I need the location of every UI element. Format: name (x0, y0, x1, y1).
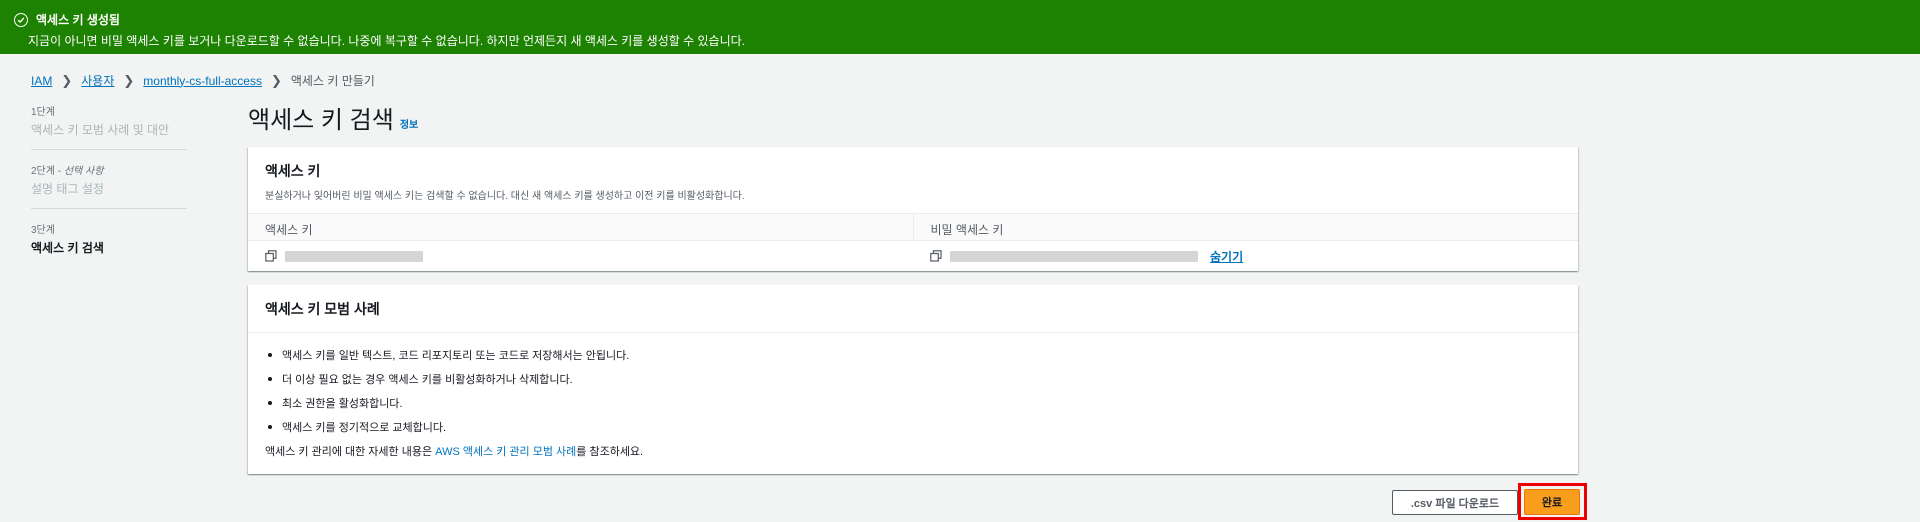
step-3: 3단계 액세스 키 검색 (31, 221, 187, 256)
secret-key-value-masked (950, 250, 1198, 262)
step-name: 액세스 키 검색 (31, 241, 104, 255)
key-table: 액세스 키 비밀 액세스 키 숨기기 (248, 213, 1578, 271)
success-flash-banner: 액세스 키 생성됨 지금이 아니면 비밀 액세스 키를 보거나 다운로드할 수 … (0, 0, 1920, 54)
breadcrumb-iam[interactable]: IAM (31, 74, 52, 88)
page-title: 액세스 키 검색 정보 (248, 107, 419, 134)
hide-secret-link[interactable]: 숨기기 (1210, 248, 1243, 265)
access-key-panel: 액세스 키 분실하거나 잊어버린 비밀 액세스 키는 검색할 수 없습니다. 대… (248, 147, 1578, 271)
list-item: 액세스 키를 정기적으로 교체합니다. (265, 419, 1561, 435)
access-key-value-masked (285, 250, 423, 262)
list-item: 액세스 키를 일반 텍스트, 코드 리포지토리 또는 코드로 저장해서는 안됩니… (265, 347, 1561, 363)
table-row: 숨기기 (248, 241, 1578, 271)
divider (31, 149, 187, 150)
chevron-right-icon: ❯ (61, 72, 73, 88)
column-header-secret-key: 비밀 액세스 키 (912, 214, 1579, 240)
chevron-right-icon: ❯ (123, 72, 135, 88)
step-number: 3단계 (31, 225, 55, 236)
download-csv-button[interactable]: .csv 파일 다운로드 (1392, 490, 1518, 515)
info-link[interactable]: 정보 (400, 116, 418, 131)
best-practices-panel: 액세스 키 모범 사례 액세스 키를 일반 텍스트, 코드 리포지토리 또는 코… (248, 285, 1578, 474)
wizard-steps: 1단계 액세스 키 모범 사례 및 대안 2단계 - 선택 사항 설명 태그 설… (31, 103, 187, 256)
flash-title: 액세스 키 생성됨 (36, 13, 120, 27)
copy-icon[interactable] (930, 250, 942, 262)
success-check-icon (14, 12, 28, 27)
step-name: 액세스 키 모범 사례 및 대안 (31, 123, 170, 137)
breadcrumb-current: 액세스 키 만들기 (290, 74, 375, 88)
chevron-right-icon: ❯ (270, 72, 282, 88)
breadcrumb: IAM ❯ 사용자 ❯ monthly-cs-full-access ❯ 액세스… (31, 72, 375, 89)
breadcrumb-users[interactable]: 사용자 (81, 72, 114, 89)
column-header-access-key: 액세스 키 (265, 223, 313, 237)
step-2: 2단계 - 선택 사항 설명 태그 설정 (31, 162, 187, 197)
copy-icon[interactable] (265, 250, 277, 262)
flash-message: 지금이 아니면 비밀 액세스 키를 보거나 다운로드할 수 없습니다. 나중에 … (28, 34, 746, 48)
breadcrumb-user[interactable]: monthly-cs-full-access (143, 74, 262, 88)
best-practices-list: 액세스 키를 일반 텍스트, 코드 리포지토리 또는 코드로 저장해서는 안됩니… (248, 333, 1578, 435)
step-number: 1단계 (31, 107, 55, 118)
panel-description: 분실하거나 잊어버린 비밀 액세스 키는 검색할 수 없습니다. 대신 새 액세… (265, 191, 745, 202)
step-name: 설명 태그 설정 (31, 182, 104, 196)
list-item: 더 이상 필요 없는 경우 액세스 키를 비활성화하거나 삭제합니다. (265, 371, 1561, 387)
panel-title: 액세스 키 (265, 163, 321, 179)
best-practices-link[interactable]: AWS 액세스 키 관리 모범 사례 (435, 446, 576, 458)
panel-title: 액세스 키 모범 사례 (265, 301, 380, 317)
step-number: 2단계 - 선택 사항 (31, 166, 104, 177)
divider (31, 208, 187, 209)
step-1: 1단계 액세스 키 모범 사례 및 대안 (31, 103, 187, 138)
more-info-text: 액세스 키 관리에 대한 자세한 내용은 AWS 액세스 키 관리 모범 사례를… (265, 446, 644, 458)
done-button[interactable]: 완료 (1524, 489, 1580, 515)
list-item: 최소 권한을 활성화합니다. (265, 395, 1561, 411)
